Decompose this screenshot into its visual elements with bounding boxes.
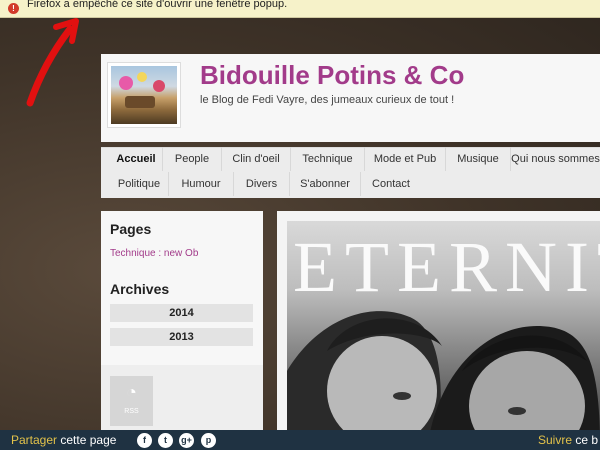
footer-share-bar: Partager cette page f t g+ p Suivre ce b — [0, 430, 600, 450]
site-logo-image[interactable] — [107, 62, 181, 128]
site-title[interactable]: Bidouille Potins & Co — [200, 60, 464, 91]
follow-link[interactable]: Suivre — [538, 433, 572, 447]
archives-heading: Archives — [110, 281, 170, 297]
popup-blocked-message: Firefox a empêché ce site d'ouvrir une f… — [27, 0, 288, 10]
nav-item-sabonner[interactable]: S'abonner — [290, 172, 361, 196]
nav-item-humour[interactable]: Humour — [169, 172, 234, 196]
pinterest-icon[interactable]: p — [201, 433, 216, 448]
nav-item-divers[interactable]: Divers — [234, 172, 290, 196]
nav-item-qui-nous-sommes[interactable]: Qui nous sommes — [511, 147, 600, 171]
nav-item-mode-et-pub[interactable]: Mode et Pub — [365, 147, 446, 171]
nav-item-accueil[interactable]: Accueil — [110, 147, 163, 171]
photo-faces-illustration — [287, 311, 600, 450]
pages-link[interactable]: Technique : new Ob — [110, 248, 198, 259]
site-tagline: le Blog de Fedi Vayre, des jumeaux curie… — [200, 94, 455, 106]
popup-blocked-icon: ! — [8, 3, 19, 14]
facebook-icon[interactable]: f — [137, 433, 152, 448]
share-text: Partager cette page — [11, 430, 116, 450]
nav-item-contact[interactable]: Contact — [361, 172, 421, 196]
popup-blocked-bar[interactable]: ! Firefox a empêché ce site d'ouvrir une… — [0, 0, 600, 18]
nav-item-people[interactable]: People — [163, 147, 222, 171]
googleplus-icon[interactable]: g+ — [179, 433, 194, 448]
share-link[interactable]: Partager — [11, 433, 57, 447]
red-arrow-annotation — [26, 18, 79, 107]
rss-button[interactable]: ◔ RSS — [110, 376, 153, 426]
follow-text: Suivre ce b — [538, 430, 598, 450]
share-rest-text: cette page — [60, 433, 117, 447]
nav-item-technique[interactable]: Technique — [291, 147, 365, 171]
nav-item-politique[interactable]: Politique — [110, 172, 169, 196]
nav-item-clin-doeil[interactable]: Clin d'oeil — [222, 147, 291, 171]
archive-year-2013[interactable]: 2013 — [110, 328, 253, 346]
featured-post-image[interactable]: ETERNITY — [287, 221, 600, 450]
archive-year-2014[interactable]: 2014 — [110, 304, 253, 322]
follow-rest-text: ce b — [575, 433, 599, 447]
rss-label: RSS — [124, 408, 139, 415]
rss-icon: ◔ — [126, 382, 137, 402]
twitter-icon[interactable]: t — [158, 433, 173, 448]
nav-item-musique[interactable]: Musique — [446, 147, 511, 171]
pages-heading: Pages — [110, 221, 152, 237]
